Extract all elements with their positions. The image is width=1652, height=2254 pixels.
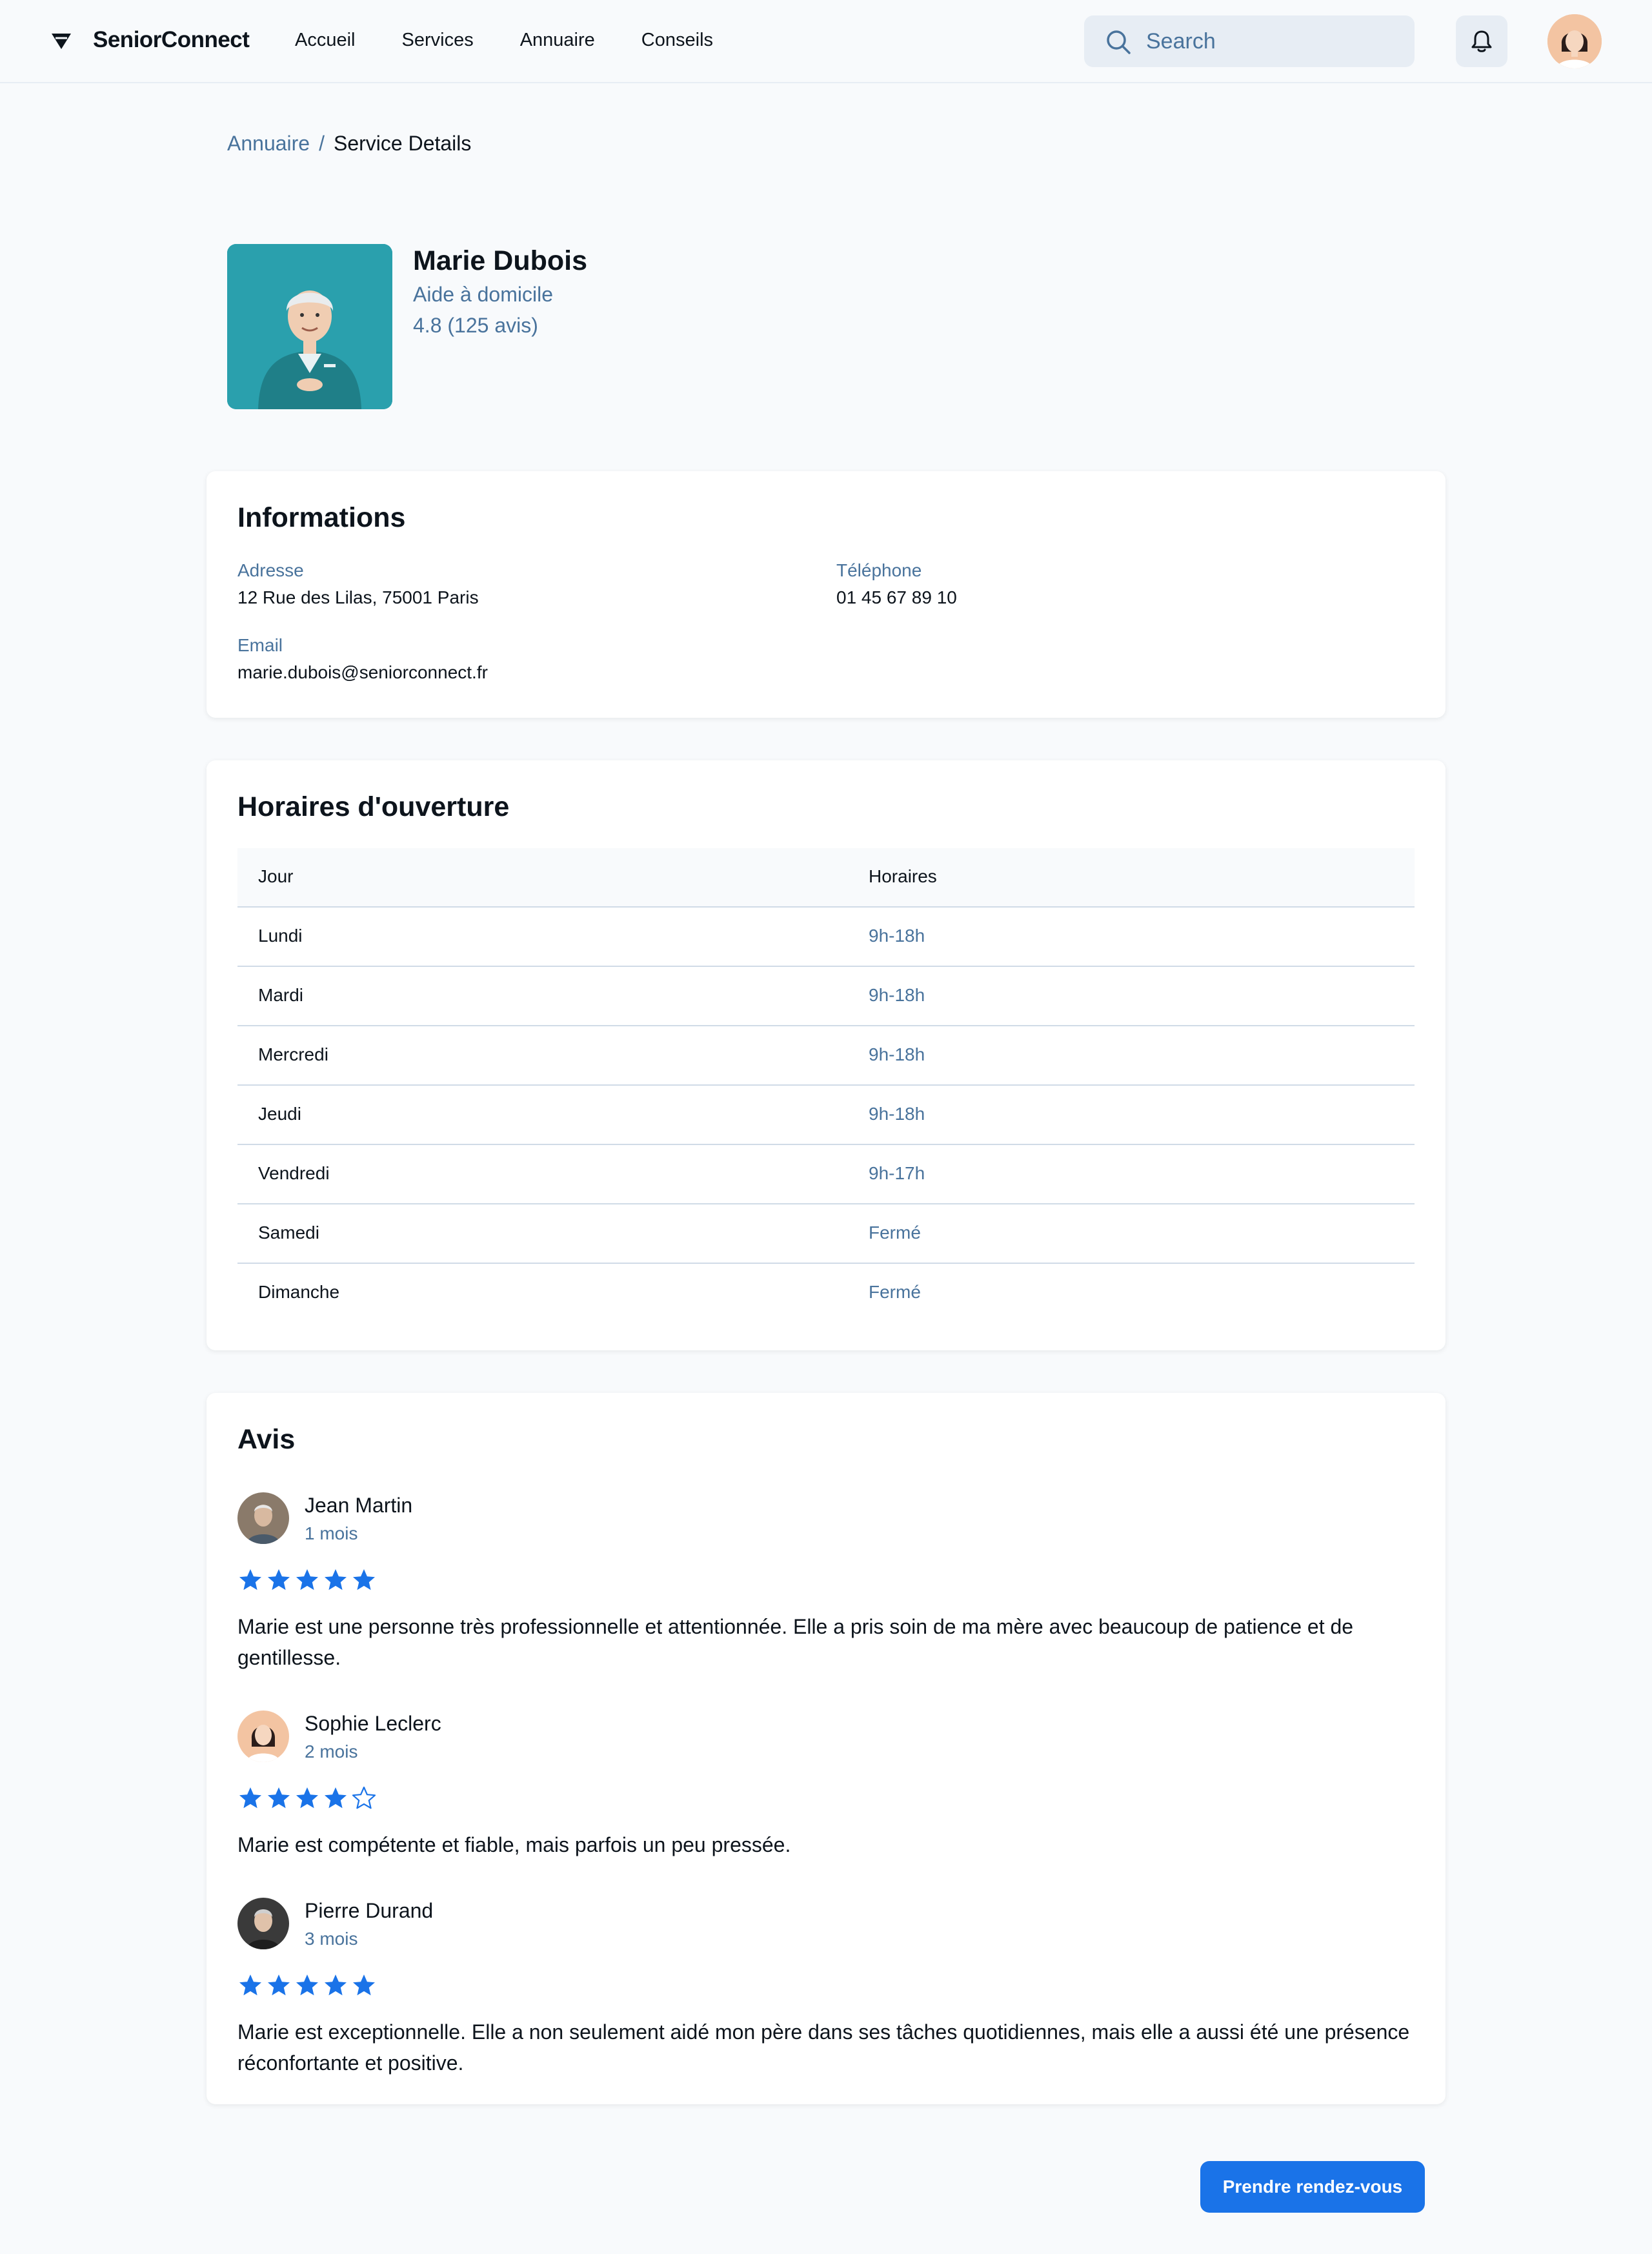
reviewer-avatar xyxy=(237,1492,289,1544)
profile-role: Aide à domicile xyxy=(413,283,553,306)
star-filled-icon xyxy=(296,1569,318,1590)
star-filled-icon xyxy=(239,1569,261,1590)
user-avatar[interactable] xyxy=(1547,14,1602,68)
review-item: Pierre Durand 3 mois Marie est exception… xyxy=(237,1898,1415,2075)
table-row: Mardi 9h-18h xyxy=(237,967,1415,1026)
hours-table: Jour Horaires Lundi 9h-18h Mardi 9h-18h Me… xyxy=(237,848,1415,1323)
review-date: 2 mois xyxy=(305,1741,358,1762)
reviewer-name: Pierre Durand xyxy=(305,1899,434,1922)
nav-item-conseils[interactable]: Conseils xyxy=(641,30,713,51)
top-nav-bar: SeniorConnect Accueil Services Annuaire … xyxy=(0,0,1652,83)
notifications-button[interactable] xyxy=(1456,15,1507,67)
hours-cell: 9h-17h xyxy=(869,1163,925,1183)
phone-value[interactable]: 01 45 67 89 10 xyxy=(836,587,957,608)
day-cell: Samedi xyxy=(258,1223,319,1243)
review-text: Marie est compétente et fiable, mais par… xyxy=(237,1833,791,1856)
informations-card: Informations Adresse 12 Rue des Lilas, 7… xyxy=(206,471,1446,718)
hours-cell: 9h-18h xyxy=(869,985,925,1005)
day-cell: Jeudi xyxy=(258,1104,301,1124)
search-input[interactable] xyxy=(1146,15,1404,67)
table-row: Lundi 9h-18h xyxy=(237,908,1415,967)
review-stars xyxy=(237,1973,377,1998)
reviewer-name: Sophie Leclerc xyxy=(305,1712,441,1735)
star-empty-icon xyxy=(352,1786,376,1809)
day-cell: Dimanche xyxy=(258,1282,340,1302)
hours-table-header: Jour Horaires xyxy=(237,848,1415,908)
profile-photo xyxy=(227,244,392,409)
breadcrumb-annuaire-link[interactable]: Annuaire xyxy=(227,132,310,155)
email-label: Email xyxy=(237,635,283,655)
star-filled-icon xyxy=(239,1975,261,1996)
column-header-day: Jour xyxy=(258,866,294,886)
table-row: Vendredi 9h-17h xyxy=(237,1145,1415,1204)
informations-title: Informations xyxy=(237,502,406,533)
day-cell: Mardi xyxy=(258,985,304,1005)
table-row: Mercredi 9h-18h xyxy=(237,1026,1415,1086)
email-value[interactable]: marie.dubois@seniorconnect.fr xyxy=(237,662,488,683)
hours-cell: 9h-18h xyxy=(869,926,925,946)
day-cell: Mercredi xyxy=(258,1044,328,1064)
bell-icon xyxy=(1471,30,1492,52)
star-filled-icon xyxy=(268,1569,290,1590)
nav-item-accueil[interactable]: Accueil xyxy=(295,30,356,51)
reviewer-avatar xyxy=(237,1711,289,1762)
review-date: 3 mois xyxy=(305,1929,358,1949)
reviews-card: Avis Jean Martin 1 mois Marie est une pe… xyxy=(206,1393,1446,2104)
review-text: Marie est exceptionnelle. Elle a non seu… xyxy=(237,2020,1410,2075)
nav-item-services[interactable]: Services xyxy=(402,30,474,51)
address-value: 12 Rue des Lilas, 75001 Paris xyxy=(237,587,479,607)
review-stars xyxy=(237,1785,377,1811)
address-label: Adresse xyxy=(237,560,304,580)
star-filled-icon xyxy=(325,1975,347,1996)
brand-name[interactable]: SeniorConnect xyxy=(93,27,250,53)
hours-cell: Fermé xyxy=(869,1282,921,1302)
reviewer-avatar xyxy=(237,1898,289,1949)
breadcrumb: Annuaire / Service Details xyxy=(227,132,471,156)
star-filled-icon xyxy=(325,1569,347,1590)
review-item: Jean Martin 1 mois Marie est une personn… xyxy=(237,1492,1415,1669)
hours-cell: 9h-18h xyxy=(869,1104,925,1124)
profile-rating: 4.8 (125 avis) xyxy=(413,314,538,337)
hours-card: Horaires d'ouverture Jour Horaires Lundi… xyxy=(206,760,1446,1350)
hours-cell: Fermé xyxy=(869,1223,921,1243)
day-cell: Vendredi xyxy=(258,1163,330,1183)
profile-name: Marie Dubois xyxy=(413,245,587,276)
breadcrumb-separator: / xyxy=(319,132,325,155)
reviews-title: Avis xyxy=(237,1424,296,1455)
table-row: Jeudi 9h-18h xyxy=(237,1086,1415,1145)
hours-title: Horaires d'ouverture xyxy=(237,791,510,822)
table-row: Samedi Fermé xyxy=(237,1204,1415,1264)
star-filled-icon xyxy=(268,1975,290,1996)
breadcrumb-current: Service Details xyxy=(333,132,472,155)
review-date: 1 mois xyxy=(305,1523,358,1543)
review-text: Marie est une personne très professionne… xyxy=(237,1615,1354,1669)
hours-cell: 9h-18h xyxy=(869,1044,925,1064)
logo-icon[interactable] xyxy=(50,31,72,52)
review-item: Sophie Leclerc 2 mois Marie est compéten… xyxy=(237,1711,1415,1856)
day-cell: Lundi xyxy=(258,926,303,946)
phone-label: Téléphone xyxy=(836,560,922,580)
search-icon xyxy=(1107,30,1131,54)
star-filled-icon xyxy=(353,1569,375,1590)
star-filled-icon xyxy=(353,1975,375,1996)
star-filled-icon xyxy=(296,1787,318,1809)
reviewer-name: Jean Martin xyxy=(305,1494,413,1517)
main-nav: Accueil Services Annuaire Conseils xyxy=(295,30,760,51)
search-box[interactable] xyxy=(1084,15,1415,67)
star-filled-icon xyxy=(325,1787,347,1809)
table-row: Dimanche Fermé xyxy=(237,1264,1415,1323)
column-header-hours: Horaires xyxy=(869,866,937,886)
nav-item-annuaire[interactable]: Annuaire xyxy=(520,30,595,51)
star-filled-icon xyxy=(239,1787,261,1809)
review-stars xyxy=(237,1567,377,1593)
star-filled-icon xyxy=(268,1787,290,1809)
star-filled-icon xyxy=(296,1975,318,1996)
book-appointment-button[interactable]: Prendre rendez-vous xyxy=(1200,2161,1425,2213)
